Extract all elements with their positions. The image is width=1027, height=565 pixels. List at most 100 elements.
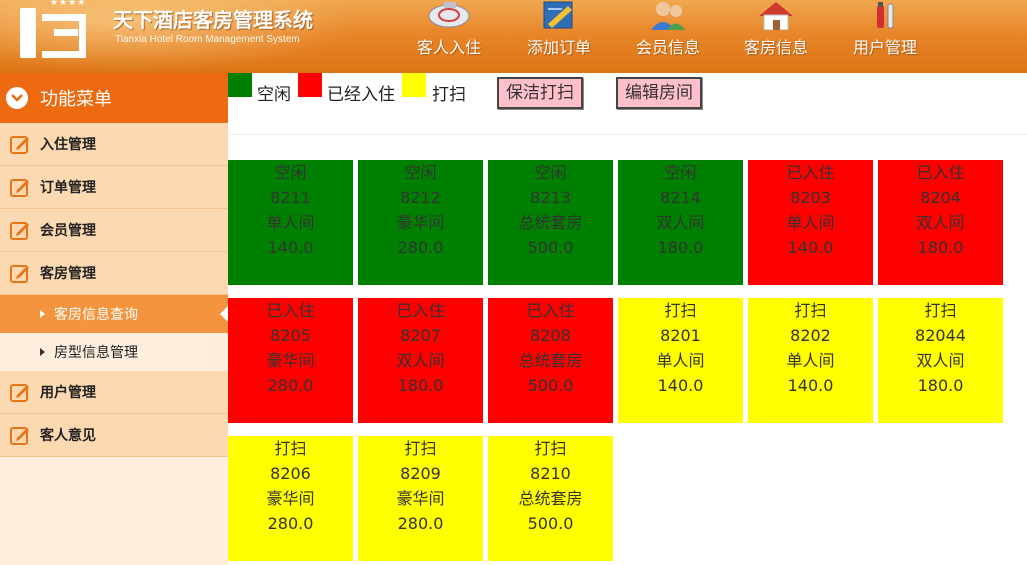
room-card[interactable]: 已入住 8204 双人间 180.0 xyxy=(878,160,1003,285)
room-card[interactable]: 已入住 8208 总统套房 500.0 xyxy=(488,298,613,423)
room-number: 8206 xyxy=(270,464,311,483)
nav-user-management[interactable]: 用户管理 xyxy=(835,0,935,73)
chevron-down-icon xyxy=(6,87,28,109)
room-card[interactable]: 空闲 8214 双人间 180.0 xyxy=(618,160,743,285)
room-type: 豪华间 xyxy=(396,213,445,232)
legend-swatch-cleaning xyxy=(402,73,426,97)
room-price: 140.0 xyxy=(657,376,704,395)
room-type: 单人间 xyxy=(266,213,315,232)
room-card[interactable]: 打扫 8210 总统套房 500.0 xyxy=(488,436,613,561)
nav-guest-checkin-label: 客人入住 xyxy=(416,38,481,57)
system-subtitle: Tianxia Hotel Room Management System xyxy=(115,34,300,45)
room-type: 豪华间 xyxy=(266,489,315,508)
room-number: 8203 xyxy=(790,188,831,207)
room-status: 空闲 xyxy=(664,163,697,182)
room-number: 8211 xyxy=(270,188,311,207)
user-management-icon xyxy=(877,2,894,29)
room-number: 8204 xyxy=(920,188,961,207)
edit-icon xyxy=(10,221,29,240)
room-price: 280.0 xyxy=(397,514,444,533)
edit-icon xyxy=(10,383,29,402)
legend-swatch-occupied xyxy=(298,73,322,97)
caret-right-icon xyxy=(40,310,45,318)
sidebar-item-users[interactable]: 用户管理 xyxy=(0,371,228,414)
room-card[interactable]: 打扫 8202 单人间 140.0 xyxy=(748,298,873,423)
nav-user-management-label: 用户管理 xyxy=(852,38,917,57)
room-status: 空闲 xyxy=(274,163,307,182)
active-indicator xyxy=(220,306,228,322)
clean-room-button[interactable]: 保洁打扫 xyxy=(497,77,583,109)
nav-add-order[interactable]: 添加订单 xyxy=(509,0,609,73)
room-status: 打扫 xyxy=(534,439,567,458)
room-type: 豪华间 xyxy=(266,351,315,370)
room-card[interactable]: 空闲 8211 单人间 140.0 xyxy=(228,160,353,285)
sidebar-item-feedback[interactable]: 客人意见 xyxy=(0,414,228,457)
legend-label-cleaning: 打扫 xyxy=(432,85,466,105)
sidebar-item-checkin[interactable]: 入住管理 xyxy=(0,123,228,166)
room-status: 空闲 xyxy=(404,163,437,182)
room-card[interactable]: 打扫 8206 豪华间 280.0 xyxy=(228,436,353,561)
room-number: 8207 xyxy=(400,326,441,345)
room-price: 140.0 xyxy=(787,376,834,395)
sidebar-subitem-room-types[interactable]: 房型信息管理 xyxy=(0,333,228,371)
room-card[interactable]: 空闲 8213 总统套房 500.0 xyxy=(488,160,613,285)
room-status: 已入住 xyxy=(396,301,445,320)
main-content: 空闲 已经入住 打扫 保洁打扫 编辑房间 空闲 8211 单人间 140.0 空闲 821… xyxy=(228,73,1027,565)
nav-guest-checkin[interactable]: 客人入住 xyxy=(399,0,499,73)
room-price: 140.0 xyxy=(267,238,314,257)
room-number: 8213 xyxy=(530,188,571,207)
room-card[interactable]: 空闲 8212 豪华间 280.0 xyxy=(358,160,483,285)
system-title: 天下酒店客房管理系统 xyxy=(113,8,313,32)
room-type: 双人间 xyxy=(396,351,445,370)
room-number: 8212 xyxy=(400,188,441,207)
room-card[interactable]: 已入住 8205 豪华间 280.0 xyxy=(228,298,353,423)
sidebar-subitem-room-query[interactable]: 客房信息查询 xyxy=(0,295,228,333)
sidebar-item-label: 入住管理 xyxy=(40,137,96,153)
room-type: 总统套房 xyxy=(518,213,583,232)
room-card[interactable]: 打扫 8201 单人间 140.0 xyxy=(618,298,743,423)
member-info-icon xyxy=(651,2,685,30)
room-type: 双人间 xyxy=(916,213,965,232)
room-price: 180.0 xyxy=(657,238,704,257)
room-number: 8205 xyxy=(270,326,311,345)
room-price: 280.0 xyxy=(267,514,314,533)
guest-checkin-icon xyxy=(428,2,470,28)
legend-label-occupied: 已经入住 xyxy=(327,85,395,105)
status-legend: 空闲 已经入住 打扫 保洁打扫 编辑房间 xyxy=(228,73,1027,135)
room-number: 8208 xyxy=(530,326,571,345)
room-price: 280.0 xyxy=(397,238,444,257)
legend-swatch-vacant xyxy=(228,73,252,97)
nav-member-info[interactable]: 会员信息 xyxy=(618,0,718,73)
sidebar-item-members[interactable]: 会员管理 xyxy=(0,209,228,252)
room-status: 打扫 xyxy=(924,301,957,320)
sidebar: 功能菜单 入住管理 订单管理 会员管理 客房管理 客房信息查询 房型信息管理 用… xyxy=(0,73,228,565)
room-number: 8201 xyxy=(660,326,701,345)
sidebar-item-rooms[interactable]: 客房管理 xyxy=(0,252,228,295)
room-number: 8202 xyxy=(790,326,831,345)
room-type: 总统套房 xyxy=(518,489,583,508)
room-type: 单人间 xyxy=(786,213,835,232)
room-number: 82044 xyxy=(915,326,966,345)
room-card[interactable]: 打扫 8209 豪华间 280.0 xyxy=(358,436,483,561)
room-card[interactable]: 已入住 8207 双人间 180.0 xyxy=(358,298,483,423)
room-price: 140.0 xyxy=(787,238,834,257)
legend-label-vacant: 空闲 xyxy=(257,85,291,105)
room-status: 打扫 xyxy=(274,439,307,458)
room-type: 单人间 xyxy=(786,351,835,370)
room-card[interactable]: 已入住 8203 单人间 140.0 xyxy=(748,160,873,285)
room-type: 双人间 xyxy=(656,213,705,232)
sidebar-title: 功能菜单 xyxy=(40,89,112,110)
nav-room-info-label: 客房信息 xyxy=(743,38,808,57)
room-type: 豪华间 xyxy=(396,489,445,508)
sidebar-item-orders[interactable]: 订单管理 xyxy=(0,166,228,209)
room-status: 空闲 xyxy=(534,163,567,182)
nav-room-info[interactable]: 客房信息 xyxy=(726,0,826,73)
room-card[interactable]: 打扫 82044 双人间 180.0 xyxy=(878,298,1003,423)
room-number: 8214 xyxy=(660,188,701,207)
add-order-icon xyxy=(543,1,573,29)
nav-member-info-label: 会员信息 xyxy=(635,38,700,57)
sidebar-header: 功能菜单 xyxy=(0,73,228,123)
sidebar-item-label: 订单管理 xyxy=(40,180,96,196)
sidebar-item-label: 会员管理 xyxy=(40,223,96,239)
edit-room-button[interactable]: 编辑房间 xyxy=(616,77,702,109)
